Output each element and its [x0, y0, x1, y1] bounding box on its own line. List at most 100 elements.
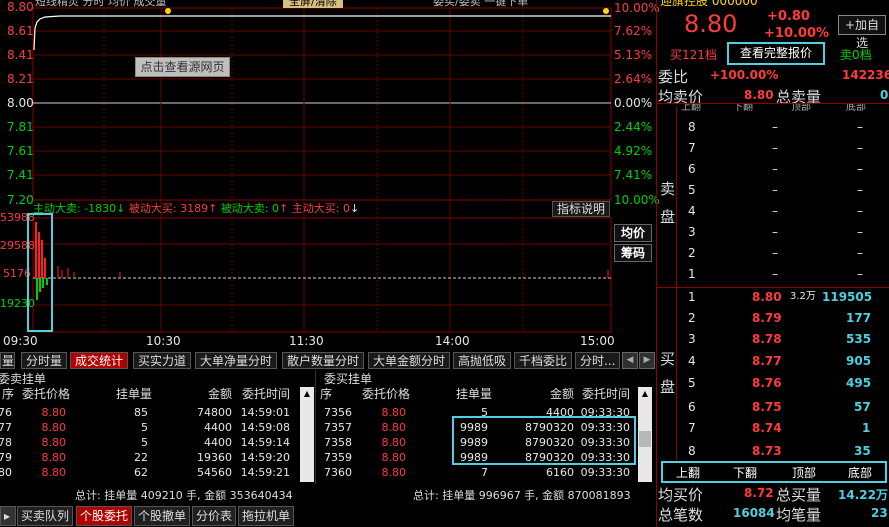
tab-large-net-volume[interactable]: 大单净量分时 [195, 352, 278, 369]
add-watchlist-button[interactable]: +加自选 [838, 15, 886, 50]
level-price: – [772, 204, 778, 218]
avg-price-button[interactable]: 均价 [614, 224, 652, 242]
tab-stock-orders[interactable]: 个股委托 [76, 506, 133, 526]
tab-order-ratio[interactable]: 千档委比 [514, 352, 573, 369]
tab-intraday-volume[interactable]: 分时量 [21, 352, 68, 369]
sell-level-row[interactable]: 7 – – [676, 138, 889, 158]
table-row[interactable]: 578 8.80 5 4400 14:59:14 [0, 435, 316, 450]
sell-queue-panel: 委卖挂单 序 委托价格 挂单量 金额 委托时间 576 8.80 85 7480… [0, 370, 316, 484]
bottom-tab-prev-icon[interactable]: ▸ [0, 506, 16, 526]
row-time: 14:59:20 [240, 451, 290, 464]
row-price: 8.80 [381, 406, 407, 419]
table-row[interactable]: 577 8.80 5 4400 14:59:08 [0, 420, 316, 435]
passive-buy-label: 被动大买: [128, 202, 181, 215]
col-time: 委托时间 [241, 387, 290, 401]
up-arrow-icon: ↑ [279, 202, 292, 215]
marker-dot [603, 8, 609, 14]
buy-level-row[interactable]: 5 8.76 495 [676, 373, 889, 393]
sell-queue-scrollbar[interactable]: ▲ [300, 387, 314, 482]
col-price: 委托价格 [21, 387, 70, 401]
level-volume: – [857, 183, 863, 197]
total-trades-label: 总笔数 [658, 506, 704, 524]
tab-price-table[interactable]: 分价表 [192, 506, 237, 526]
level-index: 2 [688, 246, 696, 260]
row-price: 8.80 [381, 466, 407, 479]
sell-queue-title: 委卖挂单 [0, 372, 47, 386]
row-price: 8.80 [41, 451, 67, 464]
buy-queue-header: 序 委托价格 挂单量 金额 委托时间 [318, 387, 656, 402]
scroll-thumb[interactable] [639, 431, 651, 447]
tab-high-low[interactable]: 高抛低吸 [453, 352, 512, 369]
row-seq: 7359 [324, 451, 352, 464]
level-index: 1 [688, 267, 696, 281]
level-index: 5 [688, 183, 696, 197]
tab-large-amount[interactable]: 大单金额分时 [368, 352, 451, 369]
pct-tick: 7.41% [614, 168, 653, 182]
buy-level-row[interactable]: 7 8.74 1 [676, 418, 889, 438]
table-row[interactable]: 580 8.80 62 54560 14:59:21 [0, 465, 316, 480]
view-source-button[interactable]: 点击查看源网页 [135, 57, 230, 77]
row-price: 8.80 [381, 421, 407, 434]
buy-depth-count[interactable]: 买121档 [670, 46, 717, 63]
row-amount: 54560 [197, 466, 232, 479]
full-quote-button[interactable]: 查看完整报价 [727, 42, 825, 65]
top-button[interactable]: 顶部 [792, 464, 816, 481]
col-seq: 序 [1, 387, 14, 401]
price-tick: 7.81 [7, 120, 34, 134]
indicator-help-button[interactable]: 指标说明 [552, 201, 610, 217]
avg-buy-value: 8.72 [744, 486, 774, 500]
page-down-button[interactable]: 下翻 [733, 464, 757, 481]
level-volume: 905 [846, 354, 872, 368]
sell-level-row[interactable]: 6 – – [676, 159, 889, 179]
tab-trade-stats[interactable]: 成交统计 [70, 352, 129, 369]
tab-stock-cancels[interactable]: 个股撤单 [134, 506, 191, 526]
buy-level-row[interactable]: 6 8.75 57 [676, 397, 889, 417]
buy-level-row[interactable]: 4 8.77 905 [676, 351, 889, 371]
price-tick: 8.00 [7, 96, 34, 110]
tab-tractor-orders[interactable]: 拖拉机单 [238, 506, 295, 526]
sell-level-row[interactable]: 3 – – [676, 222, 889, 242]
tab-retail-count[interactable]: 散户数量分时 [282, 352, 365, 369]
order-ratio-label: 委比 [658, 68, 689, 86]
price-tick: 7.61 [7, 144, 34, 158]
tab-buy-strength[interactable]: 买实力道 [133, 352, 192, 369]
buy-level-row[interactable]: 3 8.78 535 [676, 329, 889, 349]
table-row[interactable]: 7360 8.80 7 6160 09:33:30 [318, 465, 656, 480]
scroll-up-icon[interactable]: ▲ [302, 389, 312, 399]
buy-level-row[interactable]: 1 8.80 3.2万 119505 [676, 287, 889, 307]
row-price: 8.80 [381, 436, 407, 449]
level-volume: – [857, 141, 863, 155]
tab-scroll-left-icon[interactable]: ◀ [622, 352, 638, 369]
sell-depth-count[interactable]: 卖0档 [840, 46, 872, 63]
sell-level-row[interactable]: 5 – – [676, 180, 889, 200]
sell-level-row[interactable]: 4 – – [676, 201, 889, 221]
tab-order-queue[interactable]: 买卖队列 [17, 506, 74, 526]
fullscreen-button[interactable]: 全屏/清除 [283, 0, 343, 8]
level-price: 8.77 [752, 354, 782, 368]
row-qty: 7 [481, 466, 488, 479]
buy-level-row[interactable]: 8 8.73 35 [676, 441, 889, 461]
price-tick: 7.20 [7, 193, 34, 207]
total-sell-value: 0 [880, 88, 889, 102]
row-qty: 85 [134, 406, 148, 419]
buy-queue-scrollbar[interactable]: ▲ [638, 387, 652, 482]
row-seq: 576 [0, 406, 12, 419]
tab-more[interactable]: 分时... [575, 352, 621, 369]
level-index: 7 [688, 141, 696, 155]
page-up-button[interactable]: 上翻 [676, 464, 700, 481]
row-qty: 62 [134, 466, 148, 479]
sell-level-row[interactable]: 2 – – [676, 243, 889, 263]
buy-level-row[interactable]: 2 8.79 177 [676, 308, 889, 328]
tab-scroll-right-icon[interactable]: ▶ [639, 352, 655, 369]
chips-button[interactable]: 筹码 [614, 244, 652, 262]
tab-volume[interactable]: 量 [0, 352, 15, 369]
bottom-button[interactable]: 底部 [848, 464, 872, 481]
sell-level-row[interactable]: 8 – – [676, 117, 889, 137]
sell-level-row[interactable]: 1 – – [676, 264, 889, 284]
table-row[interactable]: 576 8.80 85 74800 14:59:01 [0, 405, 316, 420]
table-row[interactable]: 579 8.80 22 19360 14:59:20 [0, 450, 316, 465]
scroll-up-icon[interactable]: ▲ [640, 389, 650, 399]
stock-title: 迎旗控股 000000 [660, 0, 758, 8]
level-volume: – [857, 267, 863, 281]
row-seq: 7357 [324, 421, 352, 434]
